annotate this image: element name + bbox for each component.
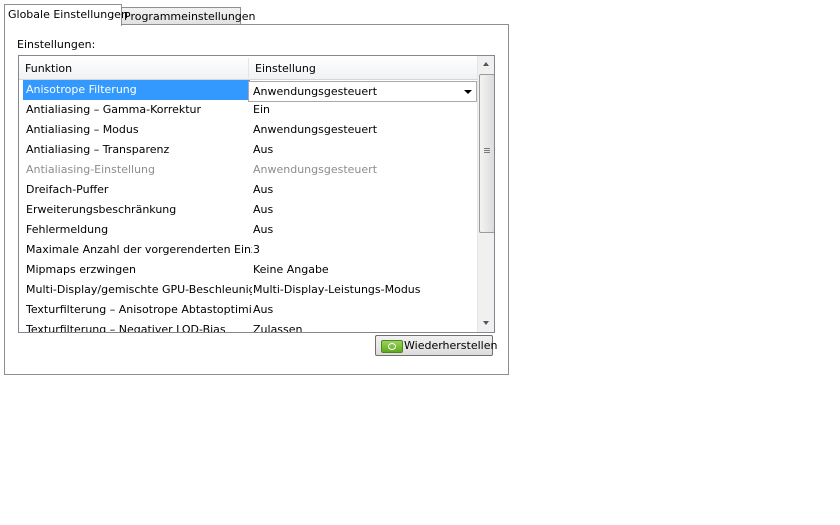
table-row[interactable]: Dreifach-Puffer Aus bbox=[19, 180, 477, 200]
row-function: Dreifach-Puffer bbox=[26, 183, 109, 196]
row-setting: Aus bbox=[253, 223, 274, 236]
table-row[interactable]: Multi-Display/gemischte GPU-Beschleunigu… bbox=[19, 280, 477, 300]
row-function: Texturfilterung – Negativer LOD-Bias bbox=[26, 323, 226, 333]
row-function: Antialiasing – Transparenz bbox=[26, 143, 170, 156]
row-function: Antialiasing-Einstellung bbox=[26, 163, 155, 176]
table-row[interactable]: Maximale Anzahl der vorgerenderten Einz…… bbox=[19, 240, 477, 260]
scroll-up-button[interactable] bbox=[478, 56, 494, 73]
scrollbar-thumb[interactable] bbox=[479, 74, 494, 233]
dropdown-value: Anwendungsgesteuert bbox=[253, 85, 378, 98]
table-row[interactable]: Mipmaps erzwingen Keine Angabe bbox=[19, 260, 477, 280]
scroll-down-button[interactable] bbox=[478, 315, 494, 332]
row-setting: Aus bbox=[253, 203, 274, 216]
nvidia-logo-icon bbox=[381, 340, 403, 353]
table-row[interactable]: Antialiasing-Einstellung Anwendungsgesteu… bbox=[19, 160, 477, 180]
restore-button[interactable]: Wiederherstellen bbox=[375, 335, 497, 356]
row-function: Multi-Display/gemischte GPU-Beschleunigu… bbox=[26, 283, 252, 296]
table-row[interactable]: Fehlermeldung Aus bbox=[19, 220, 477, 240]
row-setting: Aus bbox=[253, 303, 274, 316]
row-setting: Ein bbox=[253, 103, 270, 116]
table-row[interactable]: Texturfilterung – Negativer LOD-Bias Zula… bbox=[19, 320, 477, 333]
row-setting: Anwendungsgesteuert bbox=[253, 163, 378, 176]
row-setting: Anwendungsgesteuert bbox=[253, 123, 378, 136]
row-setting: Zulassen bbox=[253, 323, 303, 333]
row-setting: Aus bbox=[253, 143, 274, 156]
list-rows: Anisotrope Filterung Anwendungsgesteuert A… bbox=[19, 80, 477, 333]
row-setting: Keine Angabe bbox=[253, 263, 329, 276]
restore-button-label: Wiederherstellen bbox=[404, 339, 498, 352]
scroll-down-arrow-icon bbox=[483, 321, 489, 325]
chevron-down-icon[interactable] bbox=[464, 90, 472, 94]
row-function: Antialiasing – Gamma-Korrektur bbox=[26, 103, 202, 116]
row-setting: Aus bbox=[253, 183, 274, 196]
row-function: Texturfilterung – Anisotrope Abtastoptim… bbox=[26, 303, 252, 316]
table-row[interactable]: Anisotrope Filterung Anwendungsgesteuert bbox=[19, 80, 477, 102]
column-header-function[interactable]: Funktion bbox=[19, 56, 247, 79]
table-row[interactable]: Antialiasing – Modus Anwendungsgesteuert bbox=[19, 120, 477, 140]
table-row[interactable]: Texturfilterung – Anisotrope Abtastoptim… bbox=[19, 300, 477, 320]
table-row[interactable]: Erweiterungsbeschränkung Aus bbox=[19, 200, 477, 220]
row-function: Mipmaps erzwingen bbox=[26, 263, 137, 276]
table-row[interactable]: Antialiasing – Gamma-Korrektur Ein bbox=[19, 100, 477, 120]
setting-dropdown[interactable]: Anwendungsgesteuert bbox=[248, 81, 477, 102]
row-function: Erweiterungsbeschränkung bbox=[26, 203, 177, 216]
settings-group-label: Einstellungen: bbox=[17, 38, 96, 51]
row-function: Anisotrope Filterung bbox=[23, 80, 250, 100]
row-setting: Multi-Display-Leistungs-Modus bbox=[253, 283, 421, 296]
column-header-setting[interactable]: Einstellung bbox=[249, 56, 475, 79]
tab-global-settings[interactable]: Globale Einstellungen bbox=[4, 4, 128, 26]
table-row[interactable]: Antialiasing – Transparenz Aus bbox=[19, 140, 477, 160]
row-setting: 3 bbox=[253, 243, 260, 256]
row-function: Maximale Anzahl der vorgerenderten Einz… bbox=[26, 243, 252, 256]
grip-icon bbox=[484, 148, 490, 154]
row-function: Fehlermeldung bbox=[26, 223, 109, 236]
list-header: Funktion Einstellung bbox=[19, 56, 477, 80]
vertical-scrollbar[interactable] bbox=[477, 56, 494, 332]
scroll-up-arrow-icon bbox=[483, 62, 489, 66]
settings-panel: Einstellungen: Funktion Einstellung Anis… bbox=[4, 24, 509, 375]
row-function: Antialiasing – Modus bbox=[26, 123, 139, 136]
settings-list[interactable]: Funktion Einstellung Anisotrope Filterun… bbox=[18, 55, 495, 333]
